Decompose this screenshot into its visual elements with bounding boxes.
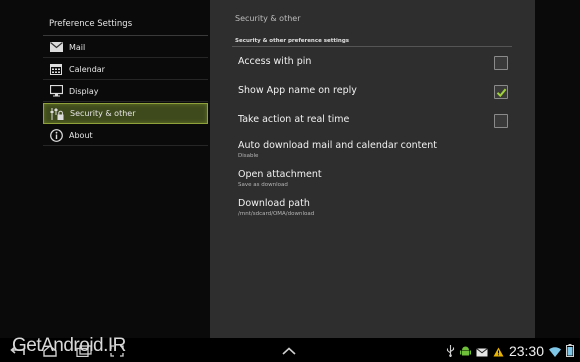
setting-title: Auto download mail and calendar content bbox=[238, 140, 437, 151]
up-chevron-icon bbox=[282, 347, 296, 355]
preference-settings-title: Preference Settings bbox=[49, 19, 133, 29]
nav-item-label: Display bbox=[69, 86, 99, 96]
screen: Preference Settings Mail Calendar Displa… bbox=[0, 0, 580, 338]
clock: 23:30 bbox=[508, 343, 544, 359]
nav-item-label: About bbox=[69, 130, 93, 140]
setting-summary: Save as download bbox=[238, 182, 288, 188]
setting-auto-download[interactable]: Auto download mail and calendar content … bbox=[238, 140, 508, 159]
setting-open-attachment[interactable]: Open attachment Save as download bbox=[238, 169, 508, 188]
usb-icon bbox=[446, 342, 455, 361]
preference-list-pane: Preference Settings Mail Calendar Displa… bbox=[0, 0, 210, 338]
setting-show-app-name[interactable]: Show App name on reply bbox=[238, 85, 508, 99]
nav-item-display[interactable]: Display bbox=[43, 81, 208, 102]
nav-item-label: Security & other bbox=[70, 109, 136, 118]
nav-item-label: Calendar bbox=[69, 64, 105, 74]
section-header: Security & other preference settings bbox=[235, 38, 350, 44]
android-icon bbox=[459, 342, 471, 361]
setting-title: Open attachment bbox=[238, 169, 322, 180]
setting-title: Take action at real time bbox=[238, 114, 350, 125]
status-area[interactable]: 23:30 bbox=[446, 342, 574, 360]
security-icon bbox=[50, 107, 64, 121]
setting-title: Access with pin bbox=[238, 56, 312, 67]
wifi-icon bbox=[549, 342, 561, 361]
show-app-name-checkbox[interactable] bbox=[494, 85, 508, 99]
nav-item-about[interactable]: About bbox=[43, 125, 208, 146]
nav-item-mail[interactable]: Mail bbox=[43, 37, 208, 58]
setting-title: Download path bbox=[238, 198, 310, 209]
mail-icon bbox=[49, 40, 63, 54]
setting-take-action-real-time[interactable]: Take action at real time bbox=[238, 114, 508, 128]
nav-item-security[interactable]: Security & other bbox=[43, 103, 208, 124]
setting-title: Show App name on reply bbox=[238, 85, 357, 96]
battery-icon bbox=[566, 342, 574, 361]
page-title: Security & other bbox=[235, 14, 301, 23]
info-icon bbox=[49, 128, 63, 142]
watermark: GetAndroid.IR bbox=[12, 335, 126, 356]
setting-summary: /mnt/sdcard/OMA/download bbox=[238, 211, 315, 217]
mail-notification-icon bbox=[476, 342, 488, 361]
access-with-pin-checkbox[interactable] bbox=[494, 56, 508, 70]
warning-icon bbox=[493, 342, 504, 361]
divider bbox=[43, 35, 208, 36]
calendar-icon bbox=[49, 62, 63, 76]
settings-detail-pane: Security & other Security & other prefer… bbox=[210, 0, 535, 338]
nav-item-calendar[interactable]: Calendar bbox=[43, 59, 208, 80]
display-icon bbox=[49, 84, 63, 98]
checkmark-icon bbox=[496, 88, 506, 97]
system-bar-up-button[interactable] bbox=[282, 344, 296, 358]
setting-access-with-pin[interactable]: Access with pin bbox=[238, 56, 508, 70]
take-action-checkbox[interactable] bbox=[494, 114, 508, 128]
nav-item-label: Mail bbox=[69, 42, 86, 52]
setting-download-path[interactable]: Download path /mnt/sdcard/OMA/download bbox=[238, 198, 508, 217]
setting-summary: Disable bbox=[238, 153, 259, 159]
section-divider bbox=[232, 46, 512, 47]
